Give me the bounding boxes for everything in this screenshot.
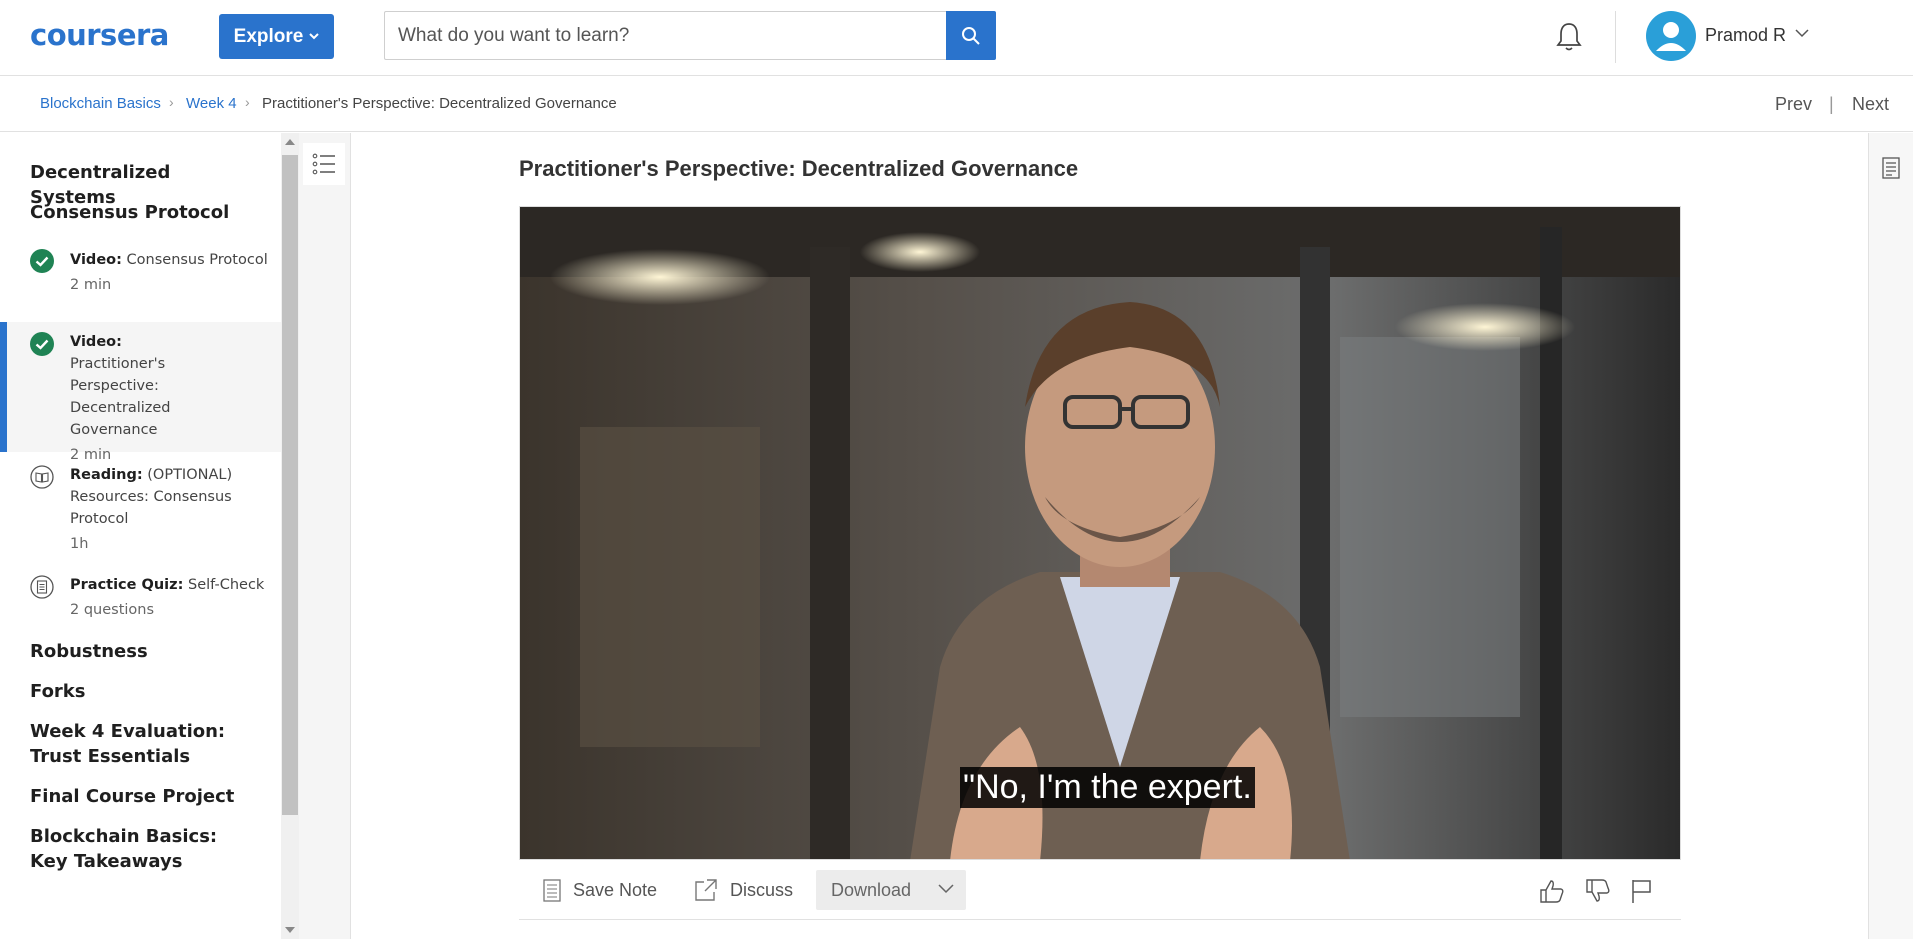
module-title[interactable]: Blockchain Basics: Key Takeaways [30,824,260,874]
video-toolbar: Save Note Discuss Download [519,864,1681,920]
breadcrumb-separator: › [169,94,174,110]
sidebar-scrollbar[interactable] [281,133,299,939]
user-icon [1656,22,1686,51]
search-field [384,11,946,60]
list-item[interactable]: Video: Consensus Protocol 2 min [0,239,281,311]
module-title[interactable]: Final Course Project [30,784,260,809]
chevron-down-icon [938,884,954,894]
breadcrumb-week[interactable]: Week 4 [186,95,237,112]
save-note-button[interactable]: Save Note [543,878,657,902]
item-type: Video: [70,334,122,350]
check-circle-icon [30,249,54,273]
thumbs-up-icon[interactable] [1539,878,1565,904]
coursera-logo[interactable]: coursera [30,18,169,52]
page-title: Practitioner's Perspective: Decentralize… [519,156,1079,181]
scrollbar-thumb[interactable] [282,155,298,815]
prev-next-divider: | [1829,94,1834,114]
notification-bell-icon[interactable] [1552,20,1586,54]
next-link[interactable]: Next [1852,94,1889,115]
breadcrumb-current: Practitioner's Perspective: Decentralize… [262,95,617,112]
breadcrumb: Blockchain Basics › Week 4 › Practitione… [0,77,1913,132]
video-player[interactable]: "No, I'm the expert. [519,206,1681,860]
scroll-up-arrow-icon[interactable] [285,139,295,145]
item-title: Practitioner's Perspective: Decentralize… [70,356,171,438]
item-meta: 2 questions [70,602,155,618]
check-circle-icon [30,332,54,356]
quiz-icon [30,575,54,599]
notes-icon[interactable] [1882,157,1900,179]
thumbs-down-icon[interactable] [1585,878,1611,904]
search-button[interactable] [946,11,996,60]
list-item[interactable]: Practice Quiz: Self-Check 2 questions [0,565,281,633]
breadcrumb-course[interactable]: Blockchain Basics [40,95,161,112]
item-text: Reading: (OPTIONAL) Resources: Consensus… [70,464,270,555]
item-text: Practice Quiz: Self-Check 2 questions [70,574,270,621]
notes-panel-column [1868,133,1913,939]
explore-button[interactable]: Explore [219,14,334,59]
item-text: Video: Practitioner's Perspective: Decen… [70,331,220,466]
course-outline-sidebar: Decentralized Systems Consensus Protocol… [0,133,281,939]
scroll-down-arrow-icon[interactable] [285,927,295,933]
item-type: Video: [70,252,122,268]
list-item[interactable]: Reading: (OPTIONAL) Resources: Consensus… [0,455,281,560]
notes-icon [543,879,561,902]
video-caption: "No, I'm the expert. [960,767,1255,808]
item-duration: 2 min [70,277,112,293]
explore-label: Explore [233,25,304,47]
item-title: Consensus Protocol [126,252,268,268]
prev-link[interactable]: Prev [1775,94,1812,115]
save-note-label: Save Note [573,879,658,900]
external-link-icon [695,879,717,901]
download-dropdown[interactable]: Download [816,870,966,910]
item-duration: 1h [70,536,89,552]
book-icon [30,465,54,489]
list-item-active[interactable]: Video: Practitioner's Perspective: Decen… [0,322,281,463]
search-input[interactable] [385,12,946,59]
video-frame [520,207,1680,859]
avatar[interactable] [1646,11,1696,61]
discuss-button[interactable]: Discuss [694,878,793,902]
module-title[interactable]: Week 4 Evaluation: Trust Essentials [30,719,260,769]
search-icon [962,26,980,45]
module-title[interactable]: Consensus Protocol [30,200,260,225]
item-text: Video: Consensus Protocol 2 min [70,249,270,296]
item-title: Self-Check [188,577,265,593]
list-icon [312,153,335,175]
outline-toggle-column [299,133,351,939]
user-name[interactable]: Pramod R [1705,25,1786,46]
flag-icon[interactable] [1630,878,1654,904]
outline-toggle-button[interactable] [303,143,345,185]
module-title[interactable]: Forks [30,679,260,704]
chevron-down-icon [309,33,320,40]
item-type: Practice Quiz: [70,577,184,593]
breadcrumb-separator: › [245,94,250,110]
item-type: Reading: [70,467,143,483]
download-label: Download [831,879,912,900]
discuss-label: Discuss [730,879,794,900]
chevron-down-icon[interactable] [1795,29,1809,38]
module-title[interactable]: Robustness [30,639,260,664]
header-divider [1615,11,1616,63]
top-nav-bar: coursera Explore Pramod R [0,0,1913,76]
